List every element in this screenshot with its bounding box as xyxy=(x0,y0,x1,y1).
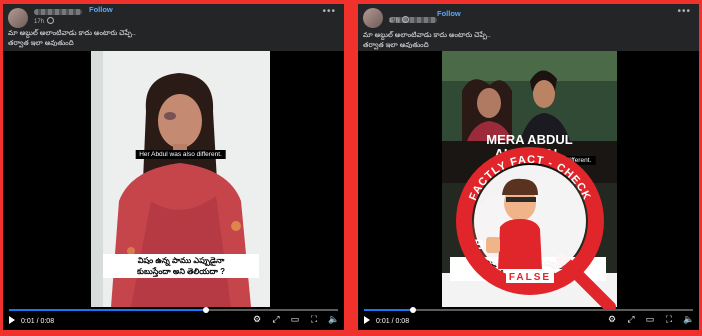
follow-button[interactable]: Follow xyxy=(437,9,461,18)
post-card-left: Follow 17h ••• మా అబ్దుల్ అలాంటివాడు కాద… xyxy=(3,4,344,330)
expand-icon[interactable]: ⛶ xyxy=(309,314,319,324)
video-player[interactable]: Her Abdul was also different. విషం ఉన్న … xyxy=(3,51,344,330)
picture-in-picture-icon[interactable]: ▭ xyxy=(290,314,300,324)
video-controls: 0:01 / 0:08 ⚙ ⤢ ▭ ⛶ 🔈 xyxy=(358,307,699,330)
fullscreen-icon[interactable]: ⤢ xyxy=(626,314,636,324)
post-timestamp: 17h xyxy=(389,16,410,24)
expand-icon[interactable]: ⛶ xyxy=(664,314,674,324)
play-icon[interactable] xyxy=(9,316,15,324)
play-icon[interactable] xyxy=(364,316,370,324)
fact-check-stamp: FACTLY FACT - CHECK FALSE xyxy=(456,147,616,309)
globe-icon xyxy=(402,16,410,23)
picture-in-picture-icon[interactable]: ▭ xyxy=(645,314,655,324)
blurred-author-name[interactable] xyxy=(34,9,82,15)
player-actions: ⚙ ⤢ ▭ ⛶ 🔈 xyxy=(607,314,694,324)
avatar[interactable] xyxy=(8,8,28,28)
video-controls: 0:01 / 0:08 ⚙ ⤢ ▭ ⛶ 🔈 xyxy=(3,307,344,330)
volume-icon[interactable]: 🔈 xyxy=(683,314,694,324)
caption-line: మా అబ్దుల్ అలాంటివాడు కాదు అంటారు చెప్పే… xyxy=(363,32,491,39)
video-subtitle: Her Abdul was also different. xyxy=(135,150,226,159)
seek-progress xyxy=(9,309,207,311)
post-header: Follow 17h ••• xyxy=(3,4,344,28)
post-header: Follow 17h ••• xyxy=(358,4,699,28)
playback-time: 0:01 / 0:08 xyxy=(9,316,54,325)
volume-icon[interactable]: 🔈 xyxy=(328,314,339,324)
playback-time: 0:01 / 0:08 xyxy=(364,316,409,325)
stamp-verdict: FALSE xyxy=(509,272,551,283)
telugu-line: విషం ఉన్న పాము ఎప్పుడైనా xyxy=(137,256,225,265)
post-timestamp: 17h xyxy=(34,17,55,25)
seek-handle[interactable] xyxy=(203,307,210,313)
settings-gear-icon[interactable]: ⚙ xyxy=(252,314,262,324)
more-options-icon[interactable]: ••• xyxy=(677,6,691,17)
seek-progress xyxy=(364,309,414,311)
seek-handle[interactable] xyxy=(410,307,417,313)
follow-button[interactable]: Follow xyxy=(89,5,113,14)
caption-line: తర్వాత ఇలా అవుతుంది xyxy=(8,40,74,47)
globe-icon xyxy=(47,17,55,24)
post-caption: మా అబ్దుల్ అలాంటివాడు కాదు అంటారు చెప్పే… xyxy=(8,29,136,49)
post-card-right: Follow 17h ••• మా అబ్దుల్ అలాంటివాడు కాద… xyxy=(358,4,699,330)
avatar[interactable] xyxy=(363,8,383,28)
caption-line: మా అబ్దుల్ అలాంటివాడు కాదు అంటారు చెప్పే… xyxy=(8,30,136,37)
seek-bar[interactable] xyxy=(9,307,338,313)
video-frame: Her Abdul was also different. విషం ఉన్న … xyxy=(91,51,270,307)
caption-line: తర్వాత ఇలా అవుతుంది xyxy=(363,42,429,49)
telugu-line: కుబుస్తేందా అని తెలియదా ? xyxy=(137,267,225,276)
post-caption: మా అబ్దుల్ అలాంటివాడు కాదు అంటారు చెప్పే… xyxy=(363,31,491,51)
fullscreen-icon[interactable]: ⤢ xyxy=(271,314,281,324)
telugu-overlay-text: విషం ఉన్న పాము ఎప్పుడైనా కుబుస్తేందా అని… xyxy=(103,254,259,278)
seek-bar[interactable] xyxy=(364,307,693,313)
settings-gear-icon[interactable]: ⚙ xyxy=(607,314,617,324)
more-options-icon[interactable]: ••• xyxy=(322,6,336,17)
player-actions: ⚙ ⤢ ▭ ⛶ 🔈 xyxy=(252,314,339,324)
